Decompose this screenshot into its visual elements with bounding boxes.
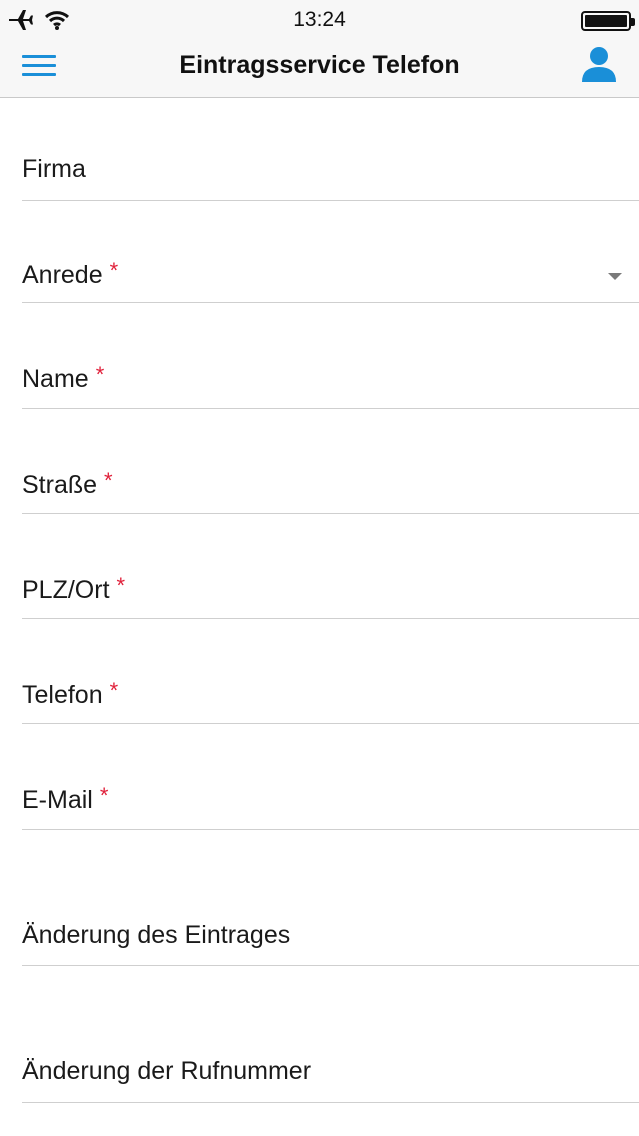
required-marker: * <box>109 678 119 703</box>
nav-bar: Eintragsservice Telefon <box>0 40 639 98</box>
required-marker: * <box>99 783 109 808</box>
strasse-field[interactable]: Straße * <box>22 466 639 514</box>
plz-ort-label: PLZ/Ort * <box>22 573 126 604</box>
required-marker: * <box>116 573 126 598</box>
plz-ort-field[interactable]: PLZ/Ort * <box>22 571 639 619</box>
name-label: Name * <box>22 362 105 393</box>
strasse-label: Straße * <box>22 468 113 499</box>
firma-label: Firma <box>22 155 86 183</box>
telefon-field[interactable]: Telefon * <box>22 676 639 724</box>
name-field[interactable]: Name * <box>22 360 639 409</box>
required-marker: * <box>109 258 119 283</box>
anrede-label: Anrede * <box>22 258 119 289</box>
aenderung-eintrag-label: Änderung des Eintrages <box>22 921 291 949</box>
anrede-select[interactable]: Anrede * <box>22 256 639 303</box>
telefon-label: Telefon * <box>22 678 119 709</box>
email-field[interactable]: E-Mail * <box>22 781 639 830</box>
aenderung-eintrag-field[interactable]: Änderung des Eintrages <box>22 916 639 966</box>
chevron-down-icon[interactable] <box>608 273 622 280</box>
required-marker: * <box>104 468 113 493</box>
page-title: Eintragsservice Telefon <box>179 51 460 79</box>
battery-icon <box>581 11 635 31</box>
user-icon[interactable] <box>581 45 617 83</box>
email-label: E-Mail * <box>22 783 109 814</box>
status-time: 13:24 <box>293 8 346 31</box>
aenderung-rufnummer-label: Änderung der Rufnummer <box>22 1057 312 1085</box>
required-marker: * <box>95 362 105 387</box>
status-bar: 13:24 <box>0 0 639 40</box>
firma-field[interactable]: Firma <box>22 150 639 201</box>
aenderung-rufnummer-field[interactable]: Änderung der Rufnummer <box>22 1052 639 1103</box>
screen: 13:24 Eintragsservice Telefon Firma Anre… <box>0 0 639 1136</box>
